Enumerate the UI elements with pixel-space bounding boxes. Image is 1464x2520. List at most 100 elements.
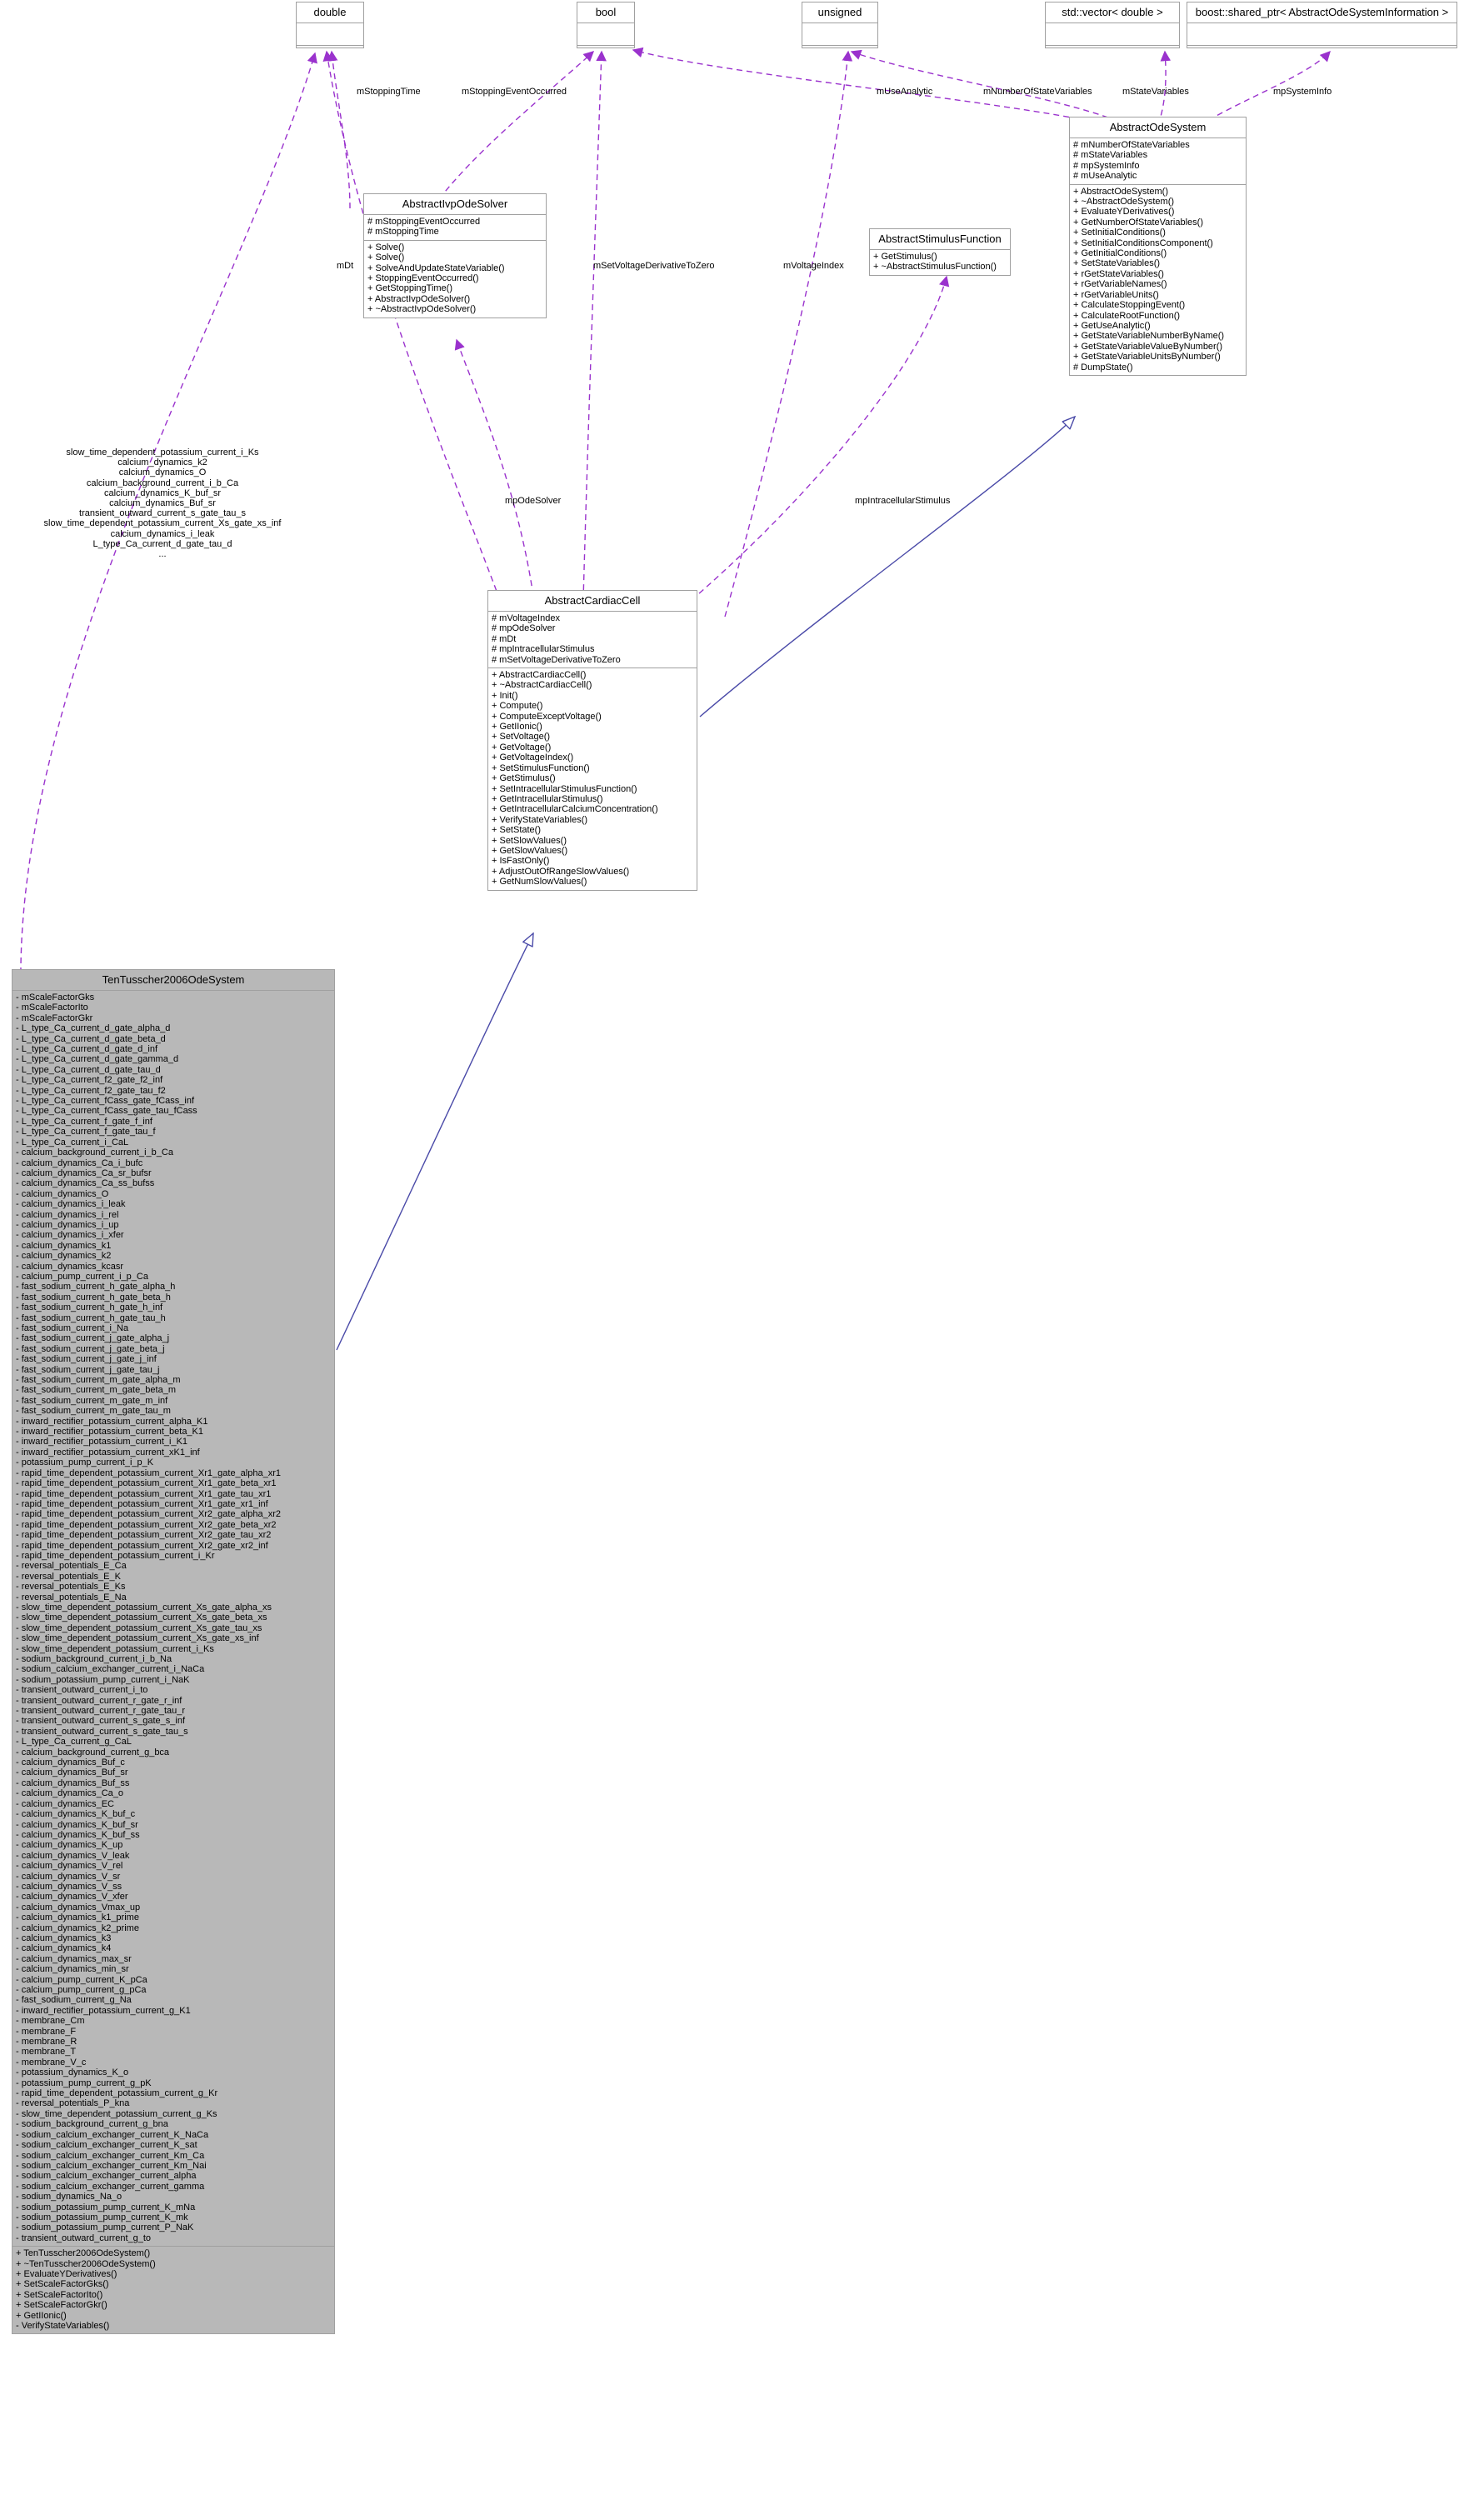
node-ten-tusscher-2006-ode-system[interactable]: TenTusscher2006OdeSystem - mScaleFactorG… (12, 969, 335, 2335)
member-row: + AdjustOutOfRangeSlowValues() (492, 866, 630, 877)
member-row: # mDt (492, 633, 517, 644)
member-row: - membrane_F (16, 2026, 77, 2037)
edge-label-m-stopping-time: mStoppingTime (357, 87, 421, 97)
member-row: + GetStoppingTime() (367, 283, 452, 294)
member-row: - calcium_background_current_i_b_Ca (16, 1148, 173, 1158)
member-row: - sodium_dynamics_Na_o (16, 2192, 122, 2202)
member-row: - calcium_dynamics_i_up (16, 1219, 119, 1230)
member-row: + ~TenTusscher2006OdeSystem() (16, 2258, 156, 2269)
member-row: - membrane_Cm (16, 2016, 85, 2027)
attributes-compartment (802, 23, 877, 46)
member-row: + GetInitialConditions() (1073, 248, 1167, 259)
member-row: + VerifyStateVariables() (492, 814, 588, 825)
edge-label-m-number-of-state-variables: mNumberOfStateVariables (983, 87, 1092, 97)
node-boost-shared-ptr-ode-system-information[interactable]: boost::shared_ptr< AbstractOdeSystemInfo… (1187, 2, 1457, 48)
node-bool[interactable]: bool (577, 2, 635, 48)
member-row: - fast_sodium_current_h_gate_h_inf (16, 1302, 163, 1313)
member-row: + ~AbstractCardiacCell() (492, 680, 592, 691)
member-row: - fast_sodium_current_m_gate_alpha_m (16, 1375, 181, 1386)
member-row: - fast_sodium_current_j_gate_beta_j (16, 1343, 165, 1354)
node-abstract-cardiac-cell[interactable]: AbstractCardiacCell # mVoltageIndex # mpO… (487, 590, 697, 891)
member-row: + ComputeExceptVoltage() (492, 711, 602, 722)
member-row: - calcium_dynamics_Buf_ss (16, 1778, 130, 1788)
member-row: - membrane_T (16, 2047, 77, 2058)
attributes-compartment: # mNumberOfStateVariables # mStateVariabl… (1070, 138, 1246, 185)
attributes-compartment: # mVoltageIndex # mpOdeSolver # mDt # mpInt… (488, 612, 697, 669)
member-row: - sodium_potassium_pump_current_K_mk (16, 2212, 188, 2222)
member-row: # mSetVoltageDerivativeToZero (492, 654, 621, 665)
member-row: - calcium_dynamics_K_up (16, 1840, 123, 1851)
member-row: - rapid_time_dependent_potassium_current… (16, 1519, 277, 1530)
node-title: AbstractCardiacCell (488, 591, 697, 612)
node-title: double (297, 2, 363, 23)
member-row: - transient_outward_current_s_gate_s_inf (16, 1716, 186, 1727)
node-std-vector-double[interactable]: std::vector< double > (1045, 2, 1180, 48)
member-row: - calcium_dynamics_Vmax_up (16, 1902, 141, 1912)
member-row: - calcium_dynamics_kcasr (16, 1261, 123, 1272)
member-row: - fast_sodium_current_m_gate_m_inf (16, 1395, 168, 1406)
member-row: - L_type_Ca_current_fCass_gate_tau_fCass (16, 1106, 197, 1117)
node-unsigned[interactable]: unsigned (802, 2, 878, 48)
member-row: - fast_sodium_current_m_gate_beta_m (16, 1385, 176, 1396)
member-row: - calcium_background_current_g_bca (16, 1747, 170, 1758)
member-row: - transient_outward_current_r_gate_tau_r (16, 1706, 186, 1717)
member-row: + SetInitialConditions() (1073, 228, 1166, 238)
edge-label-mp-system-info: mpSystemInfo (1273, 87, 1332, 97)
member-row: - potassium_pump_current_g_pK (16, 2078, 152, 2088)
member-row: - calcium_dynamics_EC (16, 1798, 114, 1809)
member-row: - calcium_dynamics_min_sr (16, 1964, 129, 1975)
member-row: - L_type_Ca_current_d_gate_d_inf (16, 1044, 158, 1055)
member-row: - inward_rectifier_potassium_current_xK1… (16, 1447, 200, 1458)
member-row: + rGetVariableNames() (1073, 279, 1167, 290)
member-row: - sodium_potassium_pump_current_i_NaK (16, 1674, 190, 1685)
member-row: + AbstractIvpOdeSolver() (367, 293, 471, 304)
member-row: - sodium_calcium_exchanger_current_K_sat (16, 2140, 197, 2151)
member-row: + SetState() (492, 825, 542, 836)
member-row: + rGetStateVariables() (1073, 268, 1164, 279)
edge-label-m-use-analytic: mUseAnalytic (877, 87, 933, 97)
member-row: - calcium_dynamics_i_rel (16, 1209, 119, 1220)
member-row: - fast_sodium_current_h_gate_alpha_h (16, 1282, 176, 1292)
member-row: + GetStateVariableNumberByName() (1073, 331, 1225, 342)
operations-compartment (1046, 46, 1179, 68)
member-row: - fast_sodium_current_i_Na (16, 1323, 129, 1333)
member-row: - rapid_time_dependent_potassium_current… (16, 1530, 272, 1541)
member-row: + SetScaleFactorIto() (16, 2289, 103, 2300)
member-row: + ~AbstractStimulusFunction() (873, 262, 997, 272)
node-abstract-stimulus-function[interactable]: AbstractStimulusFunction + GetStimulus()… (869, 228, 1011, 276)
member-row: + GetUseAnalytic() (1073, 320, 1151, 331)
operations-compartment (297, 46, 363, 68)
member-row: - L_type_Ca_current_d_gate_gamma_d (16, 1054, 179, 1065)
member-row: + AbstractCardiacCell() (492, 670, 587, 681)
member-row: - inward_rectifier_potassium_current_i_K… (16, 1437, 188, 1448)
member-row: - calcium_dynamics_Ca_ss_bufss (16, 1178, 155, 1189)
operations-compartment: + Solve() + Solve() + SolveAndUpdateStateV… (364, 241, 546, 318)
member-row: - calcium_dynamics_k1 (16, 1240, 112, 1251)
member-row: + SetStateVariables() (1073, 258, 1161, 269)
edge-label-m-state-variables: mStateVariables (1122, 87, 1189, 97)
member-row: - L_type_Ca_current_d_gate_tau_d (16, 1064, 161, 1075)
member-row: - fast_sodium_current_h_gate_beta_h (16, 1292, 171, 1302)
member-row: - calcium_dynamics_k1_prime (16, 1912, 139, 1923)
node-abstract-ode-system[interactable]: AbstractOdeSystem # mNumberOfStateVariab… (1069, 117, 1247, 376)
member-row: + SetScaleFactorGks() (16, 2279, 109, 2290)
member-row: - calcium_pump_current_K_pCa (16, 1974, 147, 1985)
member-row: - L_type_Ca_current_f_gate_tau_f (16, 1127, 156, 1138)
member-row: - fast_sodium_current_m_gate_tau_m (16, 1406, 171, 1417)
member-row: - inward_rectifier_potassium_current_g_K… (16, 2005, 191, 2016)
member-row: + GetStateVariableValueByNumber() (1073, 341, 1223, 352)
attributes-compartment (577, 23, 634, 46)
member-row: - rapid_time_dependent_potassium_current… (16, 1509, 281, 1520)
node-double[interactable]: double (296, 2, 364, 48)
member-row: - rapid_time_dependent_potassium_current… (16, 1478, 277, 1489)
node-abstract-ivp-ode-solver[interactable]: AbstractIvpOdeSolver # mStoppingEventOcc… (363, 193, 547, 318)
member-row: + CalculateStoppingEvent() (1073, 300, 1186, 311)
member-row: - calcium_dynamics_i_xfer (16, 1230, 124, 1241)
member-row: - calcium_dynamics_Buf_sr (16, 1768, 128, 1778)
member-row: - calcium_dynamics_k2 (16, 1251, 112, 1262)
member-row: + StoppingEventOccurred() (367, 273, 479, 284)
member-row: - membrane_V_c (16, 2057, 87, 2068)
member-row: - rapid_time_dependent_potassium_current… (16, 2088, 218, 2099)
member-row: - L_type_Ca_current_f2_gate_f2_inf (16, 1075, 163, 1086)
member-row: - transient_outward_current_s_gate_tau_s (16, 1726, 188, 1737)
